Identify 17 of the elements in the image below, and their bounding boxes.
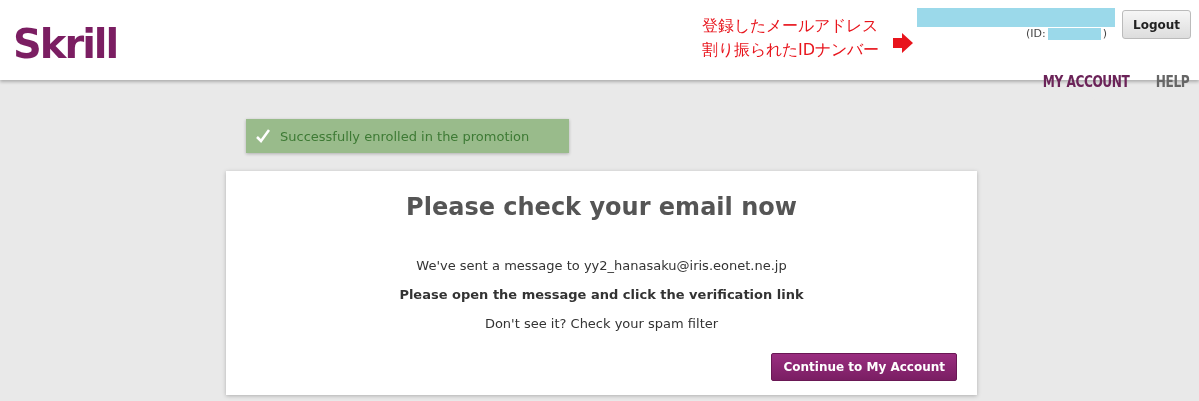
- checkmark-icon: [256, 129, 270, 143]
- logo[interactable]: Skrill: [0, 0, 118, 80]
- id-label: (ID:: [1025, 27, 1046, 40]
- card-title: Please check your email now: [406, 193, 797, 221]
- continue-button[interactable]: Continue to My Account: [771, 353, 957, 381]
- alert-text: Successfully enrolled in the promotion: [280, 128, 530, 144]
- nav-link[interactable]: MY ACCOUNT: [1042, 73, 1130, 91]
- annotation-text: 割り振られたIDナンバー: [701, 39, 879, 61]
- arrow-icon: [893, 33, 913, 53]
- annotation-text: 登録したメールアドレス: [701, 15, 879, 37]
- id-label: ): [1102, 27, 1107, 40]
- redacted-id: [1047, 27, 1101, 40]
- logout-button[interactable]: Logout: [1122, 10, 1191, 39]
- message-text: Don't see it? Check your spam filter: [484, 315, 719, 332]
- message-text: We've sent a message to yy2_hanasaku@iris.eonet.ne.jp: [416, 257, 787, 274]
- message-text: Please open the message and click the verification link: [399, 286, 804, 303]
- nav-link[interactable]: HELP: [1155, 73, 1190, 91]
